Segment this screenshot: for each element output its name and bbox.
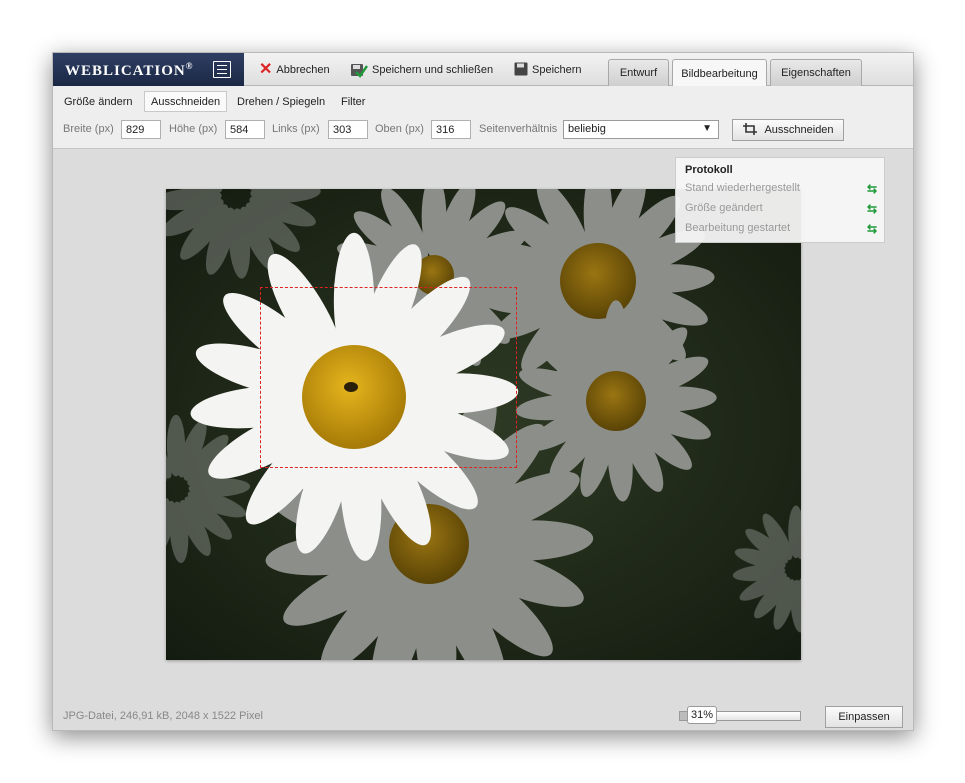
history-item-label: Größe geändert bbox=[685, 202, 763, 214]
restore-icon[interactable]: ⇆ bbox=[867, 202, 877, 216]
cancel-button[interactable]: ✕ Abbrechen bbox=[259, 62, 330, 78]
history-panel: Protokoll Stand wiederhergestellt ⇆ Größ… bbox=[675, 157, 885, 243]
tab-entwurf-label: Entwurf bbox=[619, 67, 658, 79]
subtab-crop-label: Ausschneiden bbox=[151, 95, 221, 108]
dropdown-arrow-icon: ▼ bbox=[702, 123, 712, 134]
brand-bar: Weblication® bbox=[53, 53, 244, 86]
subtab-rotate-label: Drehen / Spiegeln bbox=[237, 95, 326, 108]
crop-button[interactable]: Ausschneiden bbox=[732, 119, 844, 141]
menu-icon[interactable] bbox=[213, 61, 231, 78]
weblication-logo: Weblication® bbox=[65, 61, 193, 80]
history-item-label: Bearbeitung gestartet bbox=[685, 222, 791, 234]
subtab-crop[interactable]: Ausschneiden bbox=[144, 91, 228, 112]
subtab-resize-label: Größe ändern bbox=[64, 95, 133, 108]
save-and-close-label: Speichern und schließen bbox=[372, 64, 494, 76]
history-title: Protokoll bbox=[685, 164, 733, 176]
registered-mark: ® bbox=[185, 61, 194, 71]
zoom-level-handle[interactable]: 31% bbox=[687, 706, 717, 724]
aspect-ratio-value: beliebig bbox=[568, 123, 606, 135]
crop-icon bbox=[742, 122, 758, 139]
history-item[interactable]: Größe geändert ⇆ bbox=[685, 202, 877, 218]
height-label: Höhe (px) bbox=[169, 123, 218, 135]
width-label: Breite (px) bbox=[63, 123, 114, 135]
tab-entwurf[interactable]: Entwurf bbox=[608, 59, 669, 86]
edit-options-bar: Größe ändern Ausschneiden Drehen / Spieg… bbox=[53, 86, 913, 149]
top-toolbar: Weblication® ✕ Abbrechen Speichern und s… bbox=[53, 53, 913, 87]
aspect-ratio-select[interactable]: beliebig ▼ bbox=[563, 120, 719, 139]
height-field[interactable] bbox=[225, 120, 265, 139]
aspect-ratio-label: Seitenverhältnis bbox=[479, 123, 558, 135]
tab-eigenschaften[interactable]: Eigenschaften bbox=[770, 59, 862, 86]
left-label: Links (px) bbox=[272, 123, 320, 135]
image-editor-window: Weblication® ✕ Abbrechen Speichern und s… bbox=[52, 52, 914, 731]
top-field[interactable] bbox=[431, 120, 471, 139]
history-item[interactable]: Bearbeitung gestartet ⇆ bbox=[685, 222, 877, 238]
brand-text: Weblication bbox=[65, 63, 186, 79]
subtab-resize[interactable]: Größe ändern bbox=[58, 91, 138, 112]
image-canvas[interactable] bbox=[166, 189, 801, 660]
history-item[interactable]: Stand wiederhergestellt ⇆ bbox=[685, 182, 877, 198]
subtab-filter[interactable]: Filter bbox=[335, 91, 371, 112]
save-label: Speichern bbox=[532, 64, 582, 76]
fit-button[interactable]: Einpassen bbox=[825, 706, 903, 728]
restore-icon[interactable]: ⇆ bbox=[867, 222, 877, 236]
fit-button-label: Einpassen bbox=[838, 711, 890, 723]
subtab-rotate-flip[interactable]: Drehen / Spiegeln bbox=[231, 91, 331, 112]
save-button[interactable]: Speichern bbox=[514, 62, 582, 78]
history-item-label: Stand wiederhergestellt bbox=[685, 182, 800, 194]
left-field[interactable] bbox=[328, 120, 368, 139]
tab-bildbearbeitung[interactable]: Bildbearbeitung bbox=[672, 59, 767, 87]
restore-icon[interactable]: ⇆ bbox=[867, 182, 877, 196]
daisy-photo bbox=[166, 189, 801, 660]
cancel-label: Abbrechen bbox=[276, 64, 330, 76]
file-info-status: JPG-Datei, 246,91 kB, 2048 x 1522 Pixel bbox=[63, 710, 263, 722]
subtab-filter-label: Filter bbox=[341, 95, 366, 108]
tab-bildbearbeitung-label: Bildbearbeitung bbox=[681, 67, 758, 80]
crop-button-label: Ausschneiden bbox=[764, 124, 834, 136]
top-label: Oben (px) bbox=[375, 123, 424, 135]
tab-eigenschaften-label: Eigenschaften bbox=[781, 67, 851, 79]
close-icon: ✕ bbox=[259, 61, 273, 78]
floppy-icon bbox=[514, 62, 528, 79]
width-field[interactable] bbox=[121, 120, 161, 139]
save-check-icon bbox=[350, 62, 368, 78]
save-and-close-button[interactable]: Speichern und schließen bbox=[350, 62, 493, 78]
